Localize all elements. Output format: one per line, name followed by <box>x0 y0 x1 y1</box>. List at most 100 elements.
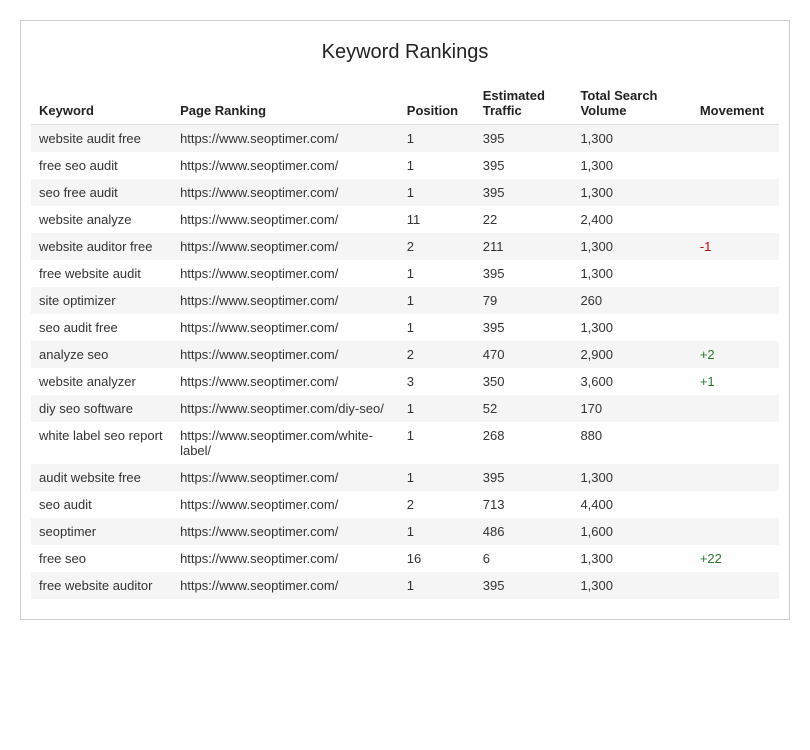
cell-search: 1,300 <box>572 314 691 341</box>
table-body: website audit freehttps://www.seoptimer.… <box>31 125 779 600</box>
cell-search: 4,400 <box>572 491 691 518</box>
cell-position: 2 <box>399 341 475 368</box>
col-header-position: Position <box>399 82 475 125</box>
table-row: diy seo softwarehttps://www.seoptimer.co… <box>31 395 779 422</box>
cell-search: 2,900 <box>572 341 691 368</box>
cell-movement <box>692 314 779 341</box>
table-row: free seo audithttps://www.seoptimer.com/… <box>31 152 779 179</box>
cell-movement <box>692 287 779 314</box>
keyword-rankings-container: Keyword Rankings Keyword Page Ranking Po… <box>20 20 790 620</box>
cell-position: 2 <box>399 491 475 518</box>
cell-movement <box>692 572 779 599</box>
cell-search: 1,300 <box>572 179 691 206</box>
rankings-table: Keyword Page Ranking Position Estimated … <box>31 82 779 599</box>
col-header-movement: Movement <box>692 82 779 125</box>
table-row: analyze seohttps://www.seoptimer.com/247… <box>31 341 779 368</box>
table-row: audit website freehttps://www.seoptimer.… <box>31 464 779 491</box>
cell-keyword: seo audit <box>31 491 172 518</box>
cell-search: 1,300 <box>572 260 691 287</box>
col-header-page: Page Ranking <box>172 82 399 125</box>
cell-keyword: website analyzer <box>31 368 172 395</box>
cell-traffic: 350 <box>475 368 573 395</box>
cell-position: 3 <box>399 368 475 395</box>
cell-traffic: 395 <box>475 464 573 491</box>
cell-movement: +1 <box>692 368 779 395</box>
cell-traffic: 211 <box>475 233 573 260</box>
cell-search: 2,400 <box>572 206 691 233</box>
cell-page: https://www.seoptimer.com/ <box>172 545 399 572</box>
cell-keyword: free seo <box>31 545 172 572</box>
cell-movement <box>692 518 779 545</box>
col-header-keyword: Keyword <box>31 82 172 125</box>
cell-search: 1,300 <box>572 545 691 572</box>
cell-movement <box>692 206 779 233</box>
col-header-traffic: Estimated Traffic <box>475 82 573 125</box>
cell-traffic: 395 <box>475 125 573 153</box>
cell-movement <box>692 179 779 206</box>
cell-keyword: free website audit <box>31 260 172 287</box>
cell-movement: -1 <box>692 233 779 260</box>
cell-keyword: audit website free <box>31 464 172 491</box>
cell-page: https://www.seoptimer.com/ <box>172 152 399 179</box>
cell-page: https://www.seoptimer.com/white-label/ <box>172 422 399 464</box>
cell-position: 11 <box>399 206 475 233</box>
cell-traffic: 395 <box>475 314 573 341</box>
cell-traffic: 395 <box>475 179 573 206</box>
cell-position: 1 <box>399 422 475 464</box>
cell-search: 170 <box>572 395 691 422</box>
cell-page: https://www.seoptimer.com/ <box>172 464 399 491</box>
cell-page: https://www.seoptimer.com/ <box>172 179 399 206</box>
cell-position: 1 <box>399 395 475 422</box>
table-row: seo audit freehttps://www.seoptimer.com/… <box>31 314 779 341</box>
cell-page: https://www.seoptimer.com/ <box>172 125 399 153</box>
cell-position: 1 <box>399 314 475 341</box>
cell-page: https://www.seoptimer.com/diy-seo/ <box>172 395 399 422</box>
cell-traffic: 6 <box>475 545 573 572</box>
cell-position: 16 <box>399 545 475 572</box>
cell-traffic: 22 <box>475 206 573 233</box>
cell-search: 1,300 <box>572 572 691 599</box>
cell-movement <box>692 152 779 179</box>
cell-keyword: website analyze <box>31 206 172 233</box>
cell-search: 880 <box>572 422 691 464</box>
cell-page: https://www.seoptimer.com/ <box>172 260 399 287</box>
table-row: free seohttps://www.seoptimer.com/1661,3… <box>31 545 779 572</box>
table-row: seo audithttps://www.seoptimer.com/27134… <box>31 491 779 518</box>
cell-search: 260 <box>572 287 691 314</box>
table-row: free website auditorhttps://www.seoptime… <box>31 572 779 599</box>
cell-traffic: 52 <box>475 395 573 422</box>
cell-position: 1 <box>399 287 475 314</box>
table-row: site optimizerhttps://www.seoptimer.com/… <box>31 287 779 314</box>
cell-movement: +2 <box>692 341 779 368</box>
cell-page: https://www.seoptimer.com/ <box>172 368 399 395</box>
table-row: free website audithttps://www.seoptimer.… <box>31 260 779 287</box>
cell-keyword: website audit free <box>31 125 172 153</box>
cell-keyword: free seo audit <box>31 152 172 179</box>
table-header-row: Keyword Page Ranking Position Estimated … <box>31 82 779 125</box>
table-row: website auditor freehttps://www.seoptime… <box>31 233 779 260</box>
cell-traffic: 268 <box>475 422 573 464</box>
cell-keyword: white label seo report <box>31 422 172 464</box>
cell-position: 2 <box>399 233 475 260</box>
cell-keyword: website auditor free <box>31 233 172 260</box>
cell-page: https://www.seoptimer.com/ <box>172 287 399 314</box>
cell-search: 1,300 <box>572 125 691 153</box>
cell-page: https://www.seoptimer.com/ <box>172 491 399 518</box>
cell-position: 1 <box>399 125 475 153</box>
cell-traffic: 395 <box>475 260 573 287</box>
table-row: white label seo reporthttps://www.seopti… <box>31 422 779 464</box>
cell-page: https://www.seoptimer.com/ <box>172 206 399 233</box>
cell-page: https://www.seoptimer.com/ <box>172 518 399 545</box>
cell-traffic: 713 <box>475 491 573 518</box>
cell-traffic: 79 <box>475 287 573 314</box>
cell-traffic: 395 <box>475 572 573 599</box>
cell-keyword: seoptimer <box>31 518 172 545</box>
cell-position: 1 <box>399 260 475 287</box>
table-row: website analyzerhttps://www.seoptimer.co… <box>31 368 779 395</box>
cell-search: 1,300 <box>572 152 691 179</box>
cell-traffic: 486 <box>475 518 573 545</box>
col-header-search: Total Search Volume <box>572 82 691 125</box>
cell-search: 3,600 <box>572 368 691 395</box>
cell-movement <box>692 260 779 287</box>
cell-search: 1,300 <box>572 233 691 260</box>
